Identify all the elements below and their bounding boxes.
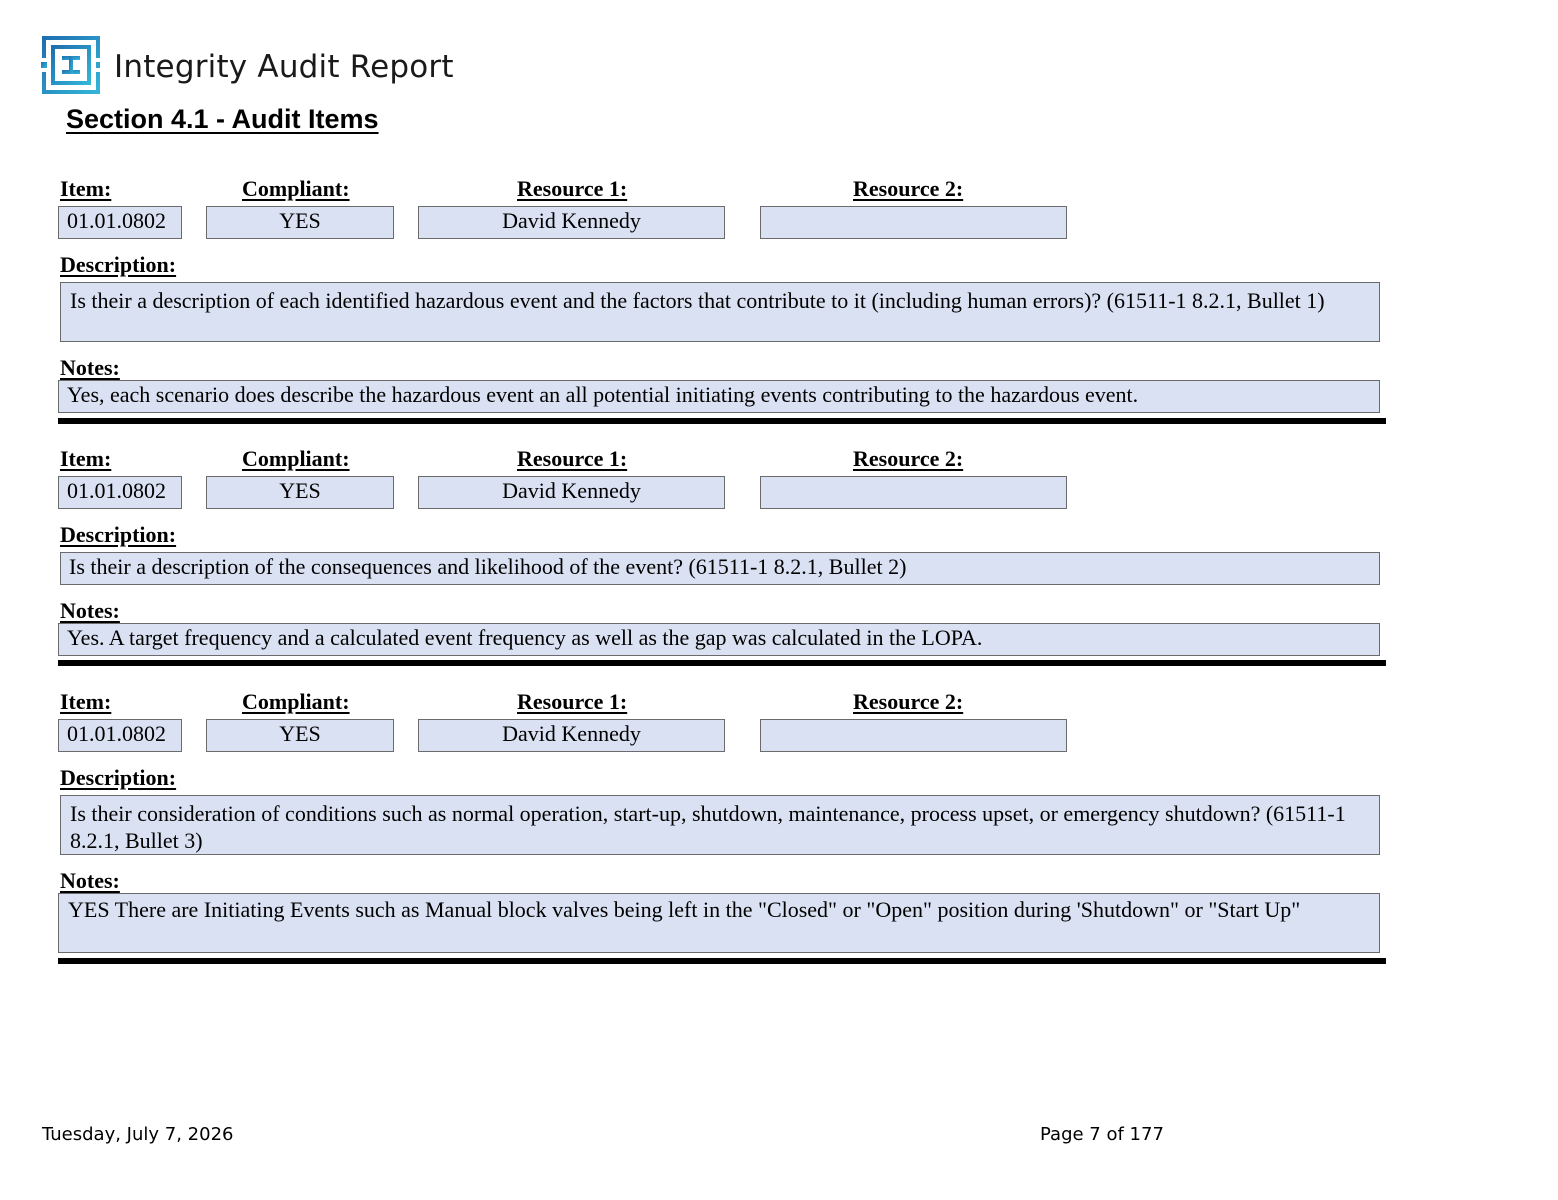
resource2-field [760,206,1067,239]
notes-label: Notes: [60,868,120,893]
item-label: Item: [60,689,112,714]
item-divider [58,660,1386,666]
notes-field: Yes. A target frequency and a calculated… [58,623,1380,656]
item-field: 01.01.0802 [58,206,182,239]
integrity-logo-icon [41,36,101,94]
resource1-field: David Kennedy [418,719,725,752]
item-field: 01.01.0802 [58,719,182,752]
section-title: Section 4.1 - Audit Items [66,104,379,134]
resource2-field [760,719,1067,752]
compliant-field: YES [206,206,394,239]
notes-field: Yes, each scenario does describe the haz… [58,380,1380,413]
footer-page-number: Page 7 of 177 [1040,1124,1164,1145]
compliant-label: Compliant: [242,446,350,471]
description-field: Is their a description of each identifie… [60,282,1380,342]
resource1-label: Resource 1: [517,176,628,201]
resource2-field [760,476,1067,509]
resource2-label: Resource 2: [853,446,964,471]
compliant-label: Compliant: [242,176,350,201]
notes-label: Notes: [60,598,120,623]
description-field: Is their a description of the consequenc… [60,552,1380,585]
resource1-field: David Kennedy [418,206,725,239]
description-label: Description: [60,252,177,277]
resource2-label: Resource 2: [853,176,964,201]
description-field: Is their consideration of conditions suc… [60,795,1380,855]
item-label: Item: [60,446,112,471]
compliant-field: YES [206,719,394,752]
item-divider [58,418,1386,424]
description-label: Description: [60,765,177,790]
resource2-label: Resource 2: [853,689,964,714]
item-label: Item: [60,176,112,201]
item-field: 01.01.0802 [58,476,182,509]
resource1-field: David Kennedy [418,476,725,509]
report-title: Integrity Audit Report [114,49,454,85]
footer-date: Tuesday, July 7, 2026 [42,1124,234,1145]
resource1-label: Resource 1: [517,446,628,471]
description-label: Description: [60,522,177,547]
compliant-label: Compliant: [242,689,350,714]
compliant-field: YES [206,476,394,509]
notes-label: Notes: [60,355,120,380]
report-header: Integrity Audit Report [41,36,454,94]
notes-field: YES There are Initiating Events such as … [58,893,1380,953]
item-divider [58,958,1386,964]
resource1-label: Resource 1: [517,689,628,714]
